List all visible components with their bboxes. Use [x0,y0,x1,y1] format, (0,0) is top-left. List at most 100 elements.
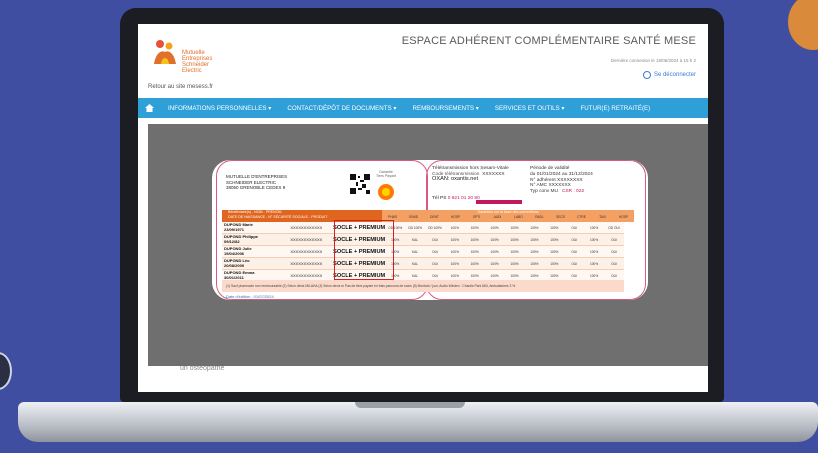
column-header: OPTI [472,215,481,219]
logout-label: Se déconnecter [653,72,696,78]
logo-line: Electric [182,68,202,74]
coverage-cell: 100% [590,225,599,230]
coverage-cell: 100% [530,225,539,230]
coverage-cell: OUI [571,225,578,230]
column-header: HOSP [450,215,461,219]
coverage-cell: 100% [550,249,559,254]
teletransmission-block: Télétransmission hors Sesam-Vitale Code … [432,166,509,183]
pink-highlight-bar [476,200,522,204]
tp-code-value: XXXXXXX [482,171,505,177]
insurer-address: MUTUELLE D'ENTREPRISES SCHNEIDER ELECTRI… [226,174,287,191]
coverage-cell: OUI [611,237,617,242]
coverage-cell: 100% [550,237,559,242]
coverage-cell: 100% [510,273,519,278]
beneficiary-ssn: XXXXXXXXXXXX [290,249,323,254]
column-header: SVMD [408,215,419,219]
beneficiary-name: DUPOND Julie 15/04/2006 [222,246,290,256]
coverage-cell: 100% [510,249,519,254]
coverage-cell: OD OUI [608,225,620,230]
coverage-cell: 100% [470,225,479,230]
beneficiary-birthdate: 15/04/2006 [224,250,245,256]
beneficiary-birthdate: 20/08/2009 [224,262,245,268]
address-line: MUTUELLE D'ENTREPRISES [226,174,288,179]
nav-item-services[interactable]: SERVICES ET OUTILS ▾ [487,105,573,112]
beneficiary-ssn: XXXXXXXXXXXX [290,261,323,266]
logout-button[interactable]: Se déconnecter [642,71,696,79]
coverage-cell: OUI [571,273,578,278]
validity-to-label: au [562,171,568,177]
coverage-cell: 100% [510,261,519,266]
coverage-cell: OUI [432,237,438,242]
coverage-cell: 100% [590,261,599,266]
coverage-cell: 100% [590,237,599,242]
table-row: DUPOND Philippe 09/12/82 XXXXXXXXXXXX SOCLE… [222,234,624,246]
page-title: ESPACE ADHÉRENT COMPLÉMENTAIRE SANTÉ MES… [401,35,696,47]
beneficiary-name: DUPOND Marie 23/09/1971 [222,222,290,232]
laptop-base [18,402,818,442]
oxan-line: OXAN: oxantis.net [432,176,479,183]
column-header: PHAR [388,215,397,219]
nav-item-reimbursements[interactable]: REMBOURSEMENTS ▾ [405,105,487,112]
edit-date: Date d'édition : 01/07/2024 [226,294,274,299]
tiers-phone: Tél PS 0 821 01 20 80 [432,196,480,201]
validity-block: Période de validité du 01/01/2024 au 31/… [530,166,593,195]
csr-label: CSR : [562,189,575,195]
column-header: DENT [430,215,439,219]
coverage-cell: 100% [450,261,459,266]
coverage-cell: 100% [550,225,559,230]
beneficiary-name: DUPOND Léo 20/08/2009 [222,258,290,268]
coverage-cell: OD 100% [428,225,442,230]
coverage-cell: 100% [450,249,459,254]
beneficiary-table: DUPOND Marie 23/09/1971 XXXXXXXXXXXX SOCLE … [222,222,624,282]
laptop-notch [355,402,465,408]
csr-value: 022 [576,189,585,195]
coverage-cell: OUI [571,237,578,242]
coverage-cell: OUI [611,261,617,266]
nav-item-contact[interactable]: CONTACT/DÉPÔT DE DOCUMENTS ▾ [279,105,404,112]
coverage-cell: 100% [490,261,499,266]
coverage-cell: OUI [571,261,578,266]
site-header: Mutuelle Entreprises Schneider Electric … [138,24,708,98]
nav-item-personal-info[interactable]: INFORMATIONS PERSONNELLES ▾ [160,105,279,112]
amc-value: XXXXXXX [548,183,571,189]
coverage-cell: OUI [432,249,438,254]
column-header: SECS [556,215,565,219]
back-to-site-link[interactable]: Retour au site mesess.fr [148,84,213,90]
type-label: Typ conv [530,189,550,195]
coverage-cell: 100% [470,249,479,254]
coverage-cell: KAL [412,237,419,242]
coverage-cell: 100% [530,249,539,254]
coverage-cell: 100% [490,273,499,278]
coverage-cell: 100% [510,225,519,230]
decorative-circle-right [788,0,818,50]
beneficiary-ssn: XXXXXXXXXXXX [290,237,323,242]
column-header: RADL [535,215,544,219]
coverage-cell: 100% [490,225,499,230]
nav-home[interactable] [138,98,160,118]
column-header: LABO [514,215,523,219]
validity-to: 31/12/2024 [568,171,593,177]
coverage-cell: 100% [450,237,459,242]
nav-item-retiree[interactable]: FUTUR(E) RETRAITÉ(E) [572,105,658,112]
mese-logo-icon[interactable] [152,38,178,66]
type-value: MU [550,189,559,195]
coverage-cell: 100% [450,225,459,230]
partner-logo-icon [378,184,394,200]
coverage-cell: 100% [490,249,499,254]
product-highlight-box [334,220,394,280]
coverage-cell: 100% [490,237,499,242]
coverage-cell: 100% [530,237,539,242]
column-header: CTRE [577,215,586,219]
tiers-number: 0 821 01 20 80 [447,196,480,201]
coverage-cell: OD 100% [408,225,422,230]
coverage-cell: 100% [530,273,539,278]
coverage-cell: 100% [550,261,559,266]
validity-from: 01/01/2024 [536,171,561,177]
coverage-cell: 100% [470,237,479,242]
column-header: AUDI [493,215,502,219]
modal-overlay: MUTUELLE D'ENTREPRISES SCHNEIDER ELECTRI… [148,124,708,366]
coverage-cell: 100% [590,273,599,278]
beneficiary-name: DUPOND Emma 30/01/2011 [222,270,290,280]
table-row: DUPOND Léo 20/08/2009 XXXXXXXXXXXX SOCLE + … [222,258,624,270]
amc-label: N° AMC [530,183,548,189]
